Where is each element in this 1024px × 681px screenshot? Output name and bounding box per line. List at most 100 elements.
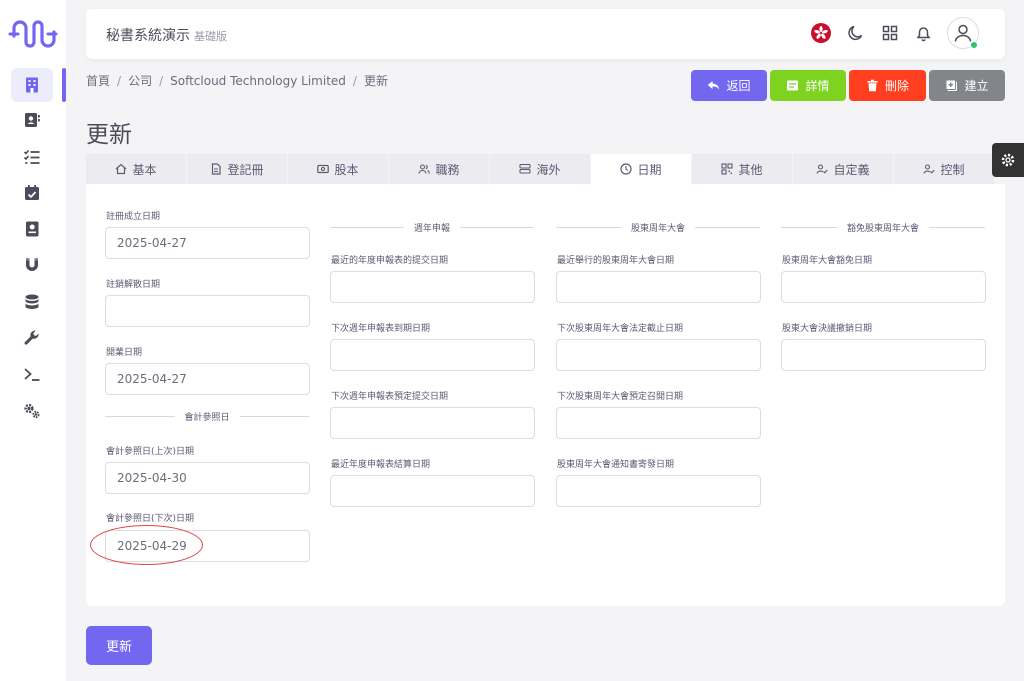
- app-title: 秘書系統演示 基礎版: [106, 25, 227, 45]
- latest-made-up-date-input[interactable]: [330, 475, 535, 507]
- dark-mode-toggle[interactable]: [844, 21, 868, 45]
- latest-annual-return-submission-input[interactable]: [330, 271, 535, 303]
- accounting-prev-input[interactable]: 2025-04-30: [105, 462, 310, 494]
- users-icon: [418, 164, 431, 174]
- tab-share-capital[interactable]: 股本: [288, 154, 388, 184]
- app-root: 秘書系統演示 基礎版 首頁 / 公司 / Softcloud Technology Lim…: [0, 0, 1024, 681]
- document-icon: [212, 163, 222, 175]
- app-title-text: 秘書系統演示: [106, 28, 190, 44]
- gears-icon: [24, 403, 40, 419]
- page-title: 更新: [86, 122, 132, 148]
- magnet-icon: [26, 258, 38, 271]
- breadcrumb-separator: /: [352, 74, 357, 88]
- tab-label: 職務: [435, 162, 460, 177]
- sidebar-item-integrations[interactable]: [11, 248, 53, 282]
- agm-resolution-revoked-input[interactable]: [781, 339, 986, 371]
- customizer-toggle-button[interactable]: [992, 143, 1024, 177]
- user-icon: [954, 24, 972, 42]
- tab-label: 登記冊: [227, 162, 264, 177]
- grid-icon: [882, 25, 898, 41]
- tab-control[interactable]: 控制: [894, 154, 994, 184]
- tab-bar: 基本 登記冊 股本 職務 海外 日期 其他 自定義 控制: [86, 154, 1005, 184]
- sidebar-item-settings[interactable]: [11, 394, 53, 428]
- section-divider: [929, 226, 986, 228]
- section-divider: [330, 226, 404, 228]
- sidebar-item-tools[interactable]: [11, 321, 53, 355]
- tab-label: 控制: [940, 162, 965, 177]
- agm-exemption-section: 豁免股東周年大會: [781, 221, 986, 234]
- contact-card-icon: [25, 113, 40, 127]
- notifications-button[interactable]: [911, 21, 935, 45]
- breadcrumb-company[interactable]: 公司: [128, 74, 152, 88]
- sidebar-item-terminal[interactable]: [11, 357, 53, 391]
- sidebar-item-company[interactable]: [11, 68, 53, 102]
- trash-icon: [867, 79, 878, 92]
- tab-custom[interactable]: 自定義: [793, 154, 893, 184]
- next-annual-return-due-input[interactable]: [330, 339, 535, 371]
- tab-registers[interactable]: 登記冊: [187, 154, 287, 184]
- incorporation-date-input[interactable]: 2025-04-27: [105, 227, 310, 259]
- language-flag-button[interactable]: [809, 21, 833, 45]
- sidebar-item-calendar[interactable]: [11, 176, 53, 210]
- breadcrumb: 首頁 / 公司 / Softcloud Technology Limited / 更新: [86, 72, 388, 89]
- calendar-check-icon: [25, 185, 39, 200]
- app-logo-icon[interactable]: [8, 14, 58, 54]
- deregistration-date-label: 註銷解散日期: [106, 280, 161, 290]
- next-annual-return-due-label: 下次週年申報表到期日期: [331, 324, 431, 334]
- tab-dates[interactable]: 日期: [591, 154, 691, 184]
- details-button[interactable]: 詳情: [770, 70, 846, 101]
- sidebar-item-database[interactable]: [11, 285, 53, 319]
- sidebar-active-indicator: [62, 68, 66, 102]
- delete-button-label: 刪除: [884, 79, 909, 93]
- tab-positions[interactable]: 職務: [389, 154, 489, 184]
- next-annual-return-planned-input[interactable]: [330, 407, 535, 439]
- home-icon: [116, 163, 127, 175]
- apps-menu-button[interactable]: [878, 21, 902, 45]
- section-divider: [556, 226, 621, 228]
- clock-icon: [620, 163, 633, 175]
- next-agm-planned-input[interactable]: [556, 407, 761, 439]
- section-divider: [695, 226, 761, 228]
- breadcrumb-current: 更新: [363, 74, 388, 88]
- accounting-next-label: 會計參照日(下次)日期: [106, 514, 195, 524]
- update-submit-button[interactable]: 更新: [86, 626, 152, 665]
- create-button-label: 建立: [964, 79, 989, 93]
- section-title: 豁免股東周年大會: [847, 223, 920, 234]
- sidebar-item-tasks[interactable]: [11, 140, 53, 174]
- sidebar-item-contacts[interactable]: [11, 103, 53, 137]
- agm-notice-sent-input[interactable]: [556, 475, 761, 507]
- create-button[interactable]: 建立: [929, 70, 1005, 101]
- section-title: 股東周年大會: [631, 223, 686, 234]
- agm-exemption-date-label: 股東周年大會豁免日期: [782, 256, 873, 266]
- deregistration-date-input[interactable]: [105, 295, 310, 327]
- next-agm-deadline-label: 下次股東周年大會法定截止日期: [557, 324, 684, 334]
- breadcrumb-home[interactable]: 首頁: [86, 74, 110, 88]
- checklist-icon: [23, 149, 40, 164]
- bell-icon: [916, 26, 930, 41]
- next-annual-return-planned-label: 下次週年申報表預定提交日期: [331, 392, 449, 402]
- back-button-label: 返回: [726, 79, 751, 93]
- delete-button[interactable]: 刪除: [849, 70, 926, 101]
- tab-other[interactable]: 其他: [692, 154, 792, 184]
- sidebar-item-documents[interactable]: [11, 212, 53, 246]
- reply-arrow-icon: [708, 81, 720, 90]
- agm-exemption-date-input[interactable]: [781, 271, 986, 303]
- breadcrumb-company-name[interactable]: Softcloud Technology Limited: [170, 74, 346, 88]
- book-icon: [26, 221, 39, 237]
- tab-label: 基本: [132, 162, 157, 177]
- tab-label: 海外: [536, 162, 561, 177]
- moon-icon: [848, 25, 863, 41]
- details-list-icon: [787, 80, 799, 91]
- tab-label: 其他: [738, 162, 763, 177]
- hong-kong-flag-icon: [811, 23, 831, 43]
- latest-agm-held-input[interactable]: [556, 271, 761, 303]
- back-button[interactable]: 返回: [691, 70, 767, 101]
- business-start-date-input[interactable]: 2025-04-27: [105, 363, 310, 395]
- tab-basic[interactable]: 基本: [86, 154, 186, 184]
- next-agm-deadline-input[interactable]: [556, 339, 761, 371]
- tab-overseas[interactable]: 海外: [490, 154, 590, 184]
- agm-resolution-revoked-label: 股東大會決議撤銷日期: [782, 324, 873, 334]
- tab-label: 日期: [637, 162, 662, 177]
- section-divider: [105, 415, 175, 417]
- terminal-icon: [24, 368, 40, 381]
